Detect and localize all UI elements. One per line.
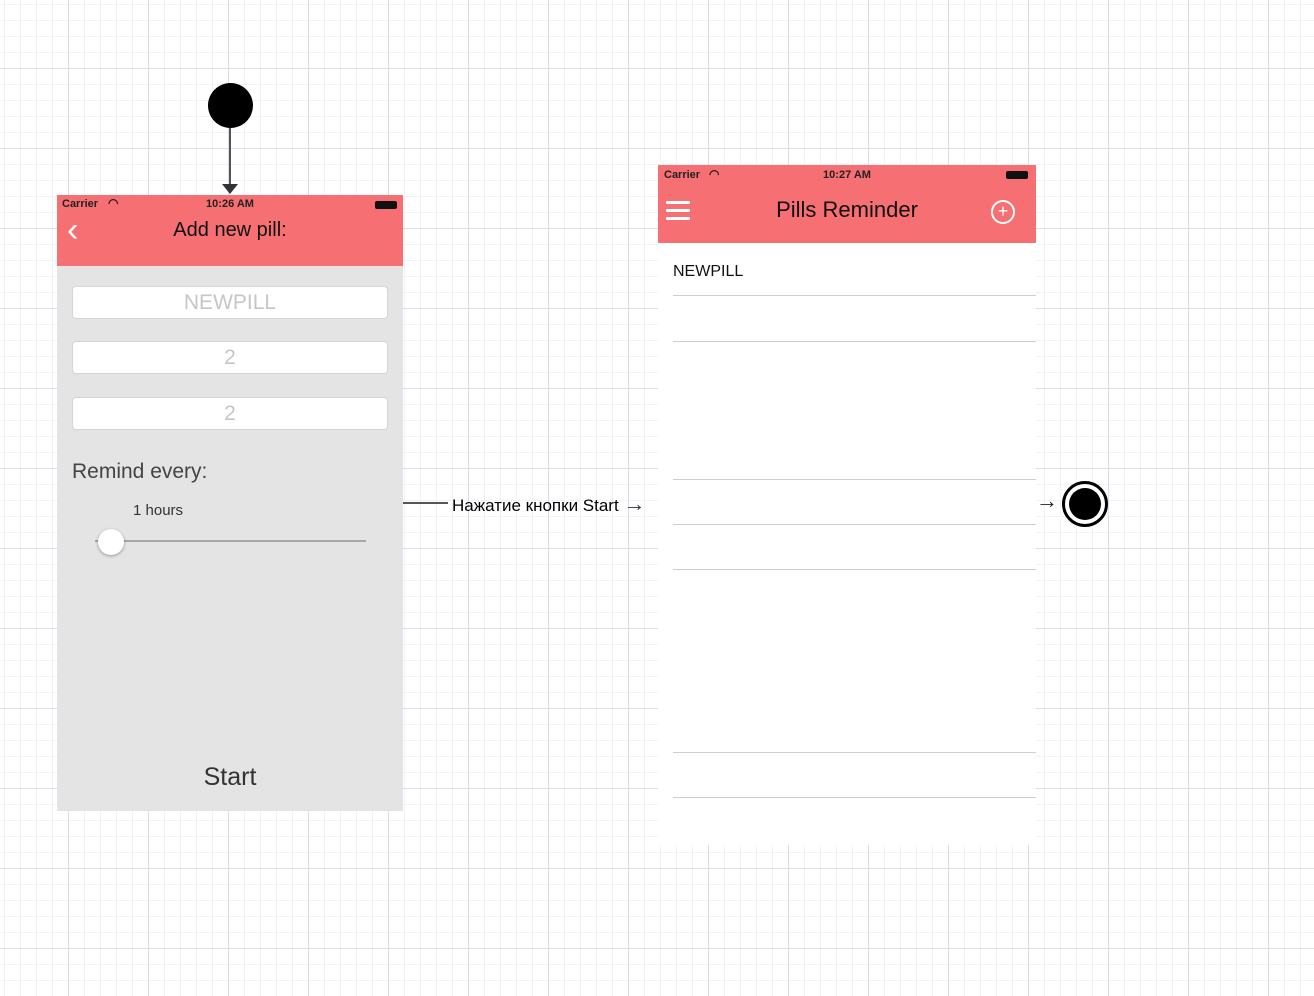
list-screen-header: Carrier ◠ 10:27 AM Pills Reminder + [658, 165, 1036, 243]
flow-line-vertical [229, 128, 231, 188]
initial-node [208, 83, 253, 128]
flow-line-horizontal [403, 502, 448, 504]
row-divider [673, 524, 1036, 525]
list-item[interactable]: NEWPILL [673, 263, 743, 281]
remind-label: Remind every: [72, 460, 208, 483]
status-time: 10:26 AM [206, 198, 254, 210]
arrowhead-icon [222, 184, 238, 194]
slider-track[interactable] [95, 540, 366, 542]
add-pill-screen: Carrier ◠ 10:26 AM ‹ Add new pill: NEWPI… [57, 195, 403, 811]
arrow-right-icon: → [623, 491, 646, 516]
arrow-right-icon: → [1036, 488, 1058, 513]
battery-icon [375, 201, 397, 209]
transition-label: Нажатие кнопки Start → [452, 493, 645, 516]
row-divider [673, 752, 1036, 753]
slider-value-label: 1 hours [133, 502, 184, 519]
pill-name-field[interactable]: NEWPILL [72, 286, 388, 319]
row-divider [673, 341, 1036, 342]
status-time: 10:27 AM [823, 169, 871, 181]
add-circle-icon[interactable]: + [991, 200, 1015, 224]
transition-text: Нажатие кнопки Start [452, 496, 619, 515]
start-button[interactable]: Start [57, 763, 403, 792]
add-screen-header: Carrier ◠ 10:26 AM ‹ Add new pill: [57, 195, 403, 266]
row-divider [673, 479, 1036, 480]
row-divider [673, 797, 1036, 798]
row-divider [673, 569, 1036, 570]
battery-icon [1006, 171, 1028, 179]
final-node-core [1069, 488, 1101, 520]
pills-list-screen: Carrier ◠ 10:27 AM Pills Reminder + NEWP… [658, 165, 1036, 845]
slider-thumb[interactable] [98, 529, 124, 555]
dose-field[interactable]: 2 [72, 341, 388, 374]
page-title: Pills Reminder [776, 197, 918, 222]
count-field[interactable]: 2 [72, 397, 388, 430]
row-divider [673, 295, 1036, 296]
page-title: Add new pill: [173, 219, 287, 241]
